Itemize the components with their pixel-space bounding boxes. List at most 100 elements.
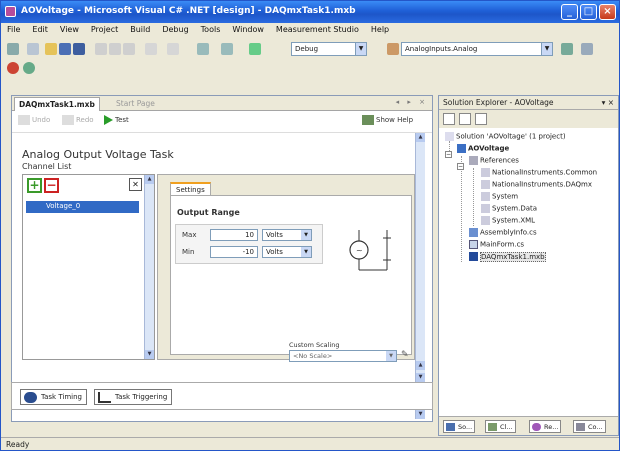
navigate-forward-icon[interactable]	[221, 43, 233, 55]
tab-daqmx-task[interactable]: DAQmxTask1.mxb	[14, 97, 100, 111]
undo-label: Undo	[32, 116, 51, 124]
tab-scroll-controls[interactable]: ◂ ▸ ×	[396, 98, 428, 106]
tab-settings[interactable]: Settings	[170, 182, 211, 196]
chevron-down-icon[interactable]: ▼	[355, 43, 366, 55]
find-combo[interactable]: AnalogInputs.Analog ▼	[401, 42, 553, 56]
menu-help[interactable]: Help	[365, 23, 395, 34]
clock-icon	[24, 392, 37, 403]
chevron-down-icon[interactable]: ▼	[301, 230, 311, 240]
scroll-down-icon[interactable]: ▼	[416, 373, 425, 382]
channel-item[interactable]: Voltage_0	[26, 201, 139, 213]
max-field[interactable]: 10	[210, 229, 258, 241]
trigger-icon	[98, 392, 111, 403]
menu-tools[interactable]: Tools	[195, 23, 227, 34]
collapse-icon[interactable]: −	[445, 151, 452, 158]
main-window: AOVoltage - Microsoft Visual C# .NET [de…	[0, 0, 620, 451]
minimize-button[interactable]: _	[561, 4, 578, 20]
class-view-icon	[488, 423, 497, 431]
ni-globe-icon[interactable]	[23, 62, 35, 74]
paste-icon[interactable]	[123, 43, 135, 55]
new-project-icon[interactable]	[7, 43, 19, 55]
tree-item-reference[interactable]: System.Data	[481, 204, 537, 213]
menu-build[interactable]: Build	[124, 23, 156, 34]
tab-class-view[interactable]: Cl...	[485, 420, 516, 433]
tree-item-label: System.Data	[492, 204, 538, 213]
refresh-icon[interactable]	[475, 113, 487, 125]
min-units-select[interactable]: Volts ▼	[262, 246, 312, 258]
edit-scale-icon[interactable]: ✎	[401, 350, 409, 360]
menu-debug[interactable]: Debug	[156, 23, 194, 34]
status-bar: Ready	[1, 437, 619, 450]
save-all-icon[interactable]	[73, 43, 85, 55]
save-icon[interactable]	[59, 43, 71, 55]
show-help-button[interactable]: Show Help	[362, 115, 413, 125]
title-bar[interactable]: AOVoltage - Microsoft Visual C# .NET [de…	[1, 1, 619, 23]
copy-icon[interactable]	[109, 43, 121, 55]
maximize-button[interactable]: □	[580, 4, 597, 20]
cut-icon[interactable]	[95, 43, 107, 55]
tab-solution[interactable]: So...	[443, 420, 476, 433]
menu-project[interactable]: Project	[85, 23, 124, 34]
max-units-select[interactable]: Volts ▼	[262, 229, 312, 241]
reference-icon	[481, 216, 490, 225]
undo-icon[interactable]	[145, 43, 157, 55]
undo-button[interactable]: Undo	[18, 115, 50, 125]
tab-task-timing[interactable]: Task Timing	[20, 389, 87, 405]
tab-contents[interactable]: Co...	[573, 420, 606, 433]
show-all-files-icon[interactable]	[459, 113, 471, 125]
scroll-up-icon[interactable]: ▲	[416, 361, 425, 370]
tree-item-file[interactable]: DAQmxTask1.mxb	[469, 251, 546, 262]
tree-item-reference[interactable]: System.XML	[481, 216, 535, 225]
tab-task-triggering[interactable]: Task Triggering	[94, 389, 173, 405]
tree-item-file[interactable]: AssemblyInfo.cs	[469, 228, 537, 237]
redo-icon[interactable]	[167, 43, 179, 55]
test-button[interactable]: Test	[104, 115, 129, 125]
scroll-down-icon[interactable]: ▼	[416, 410, 425, 419]
add-item-icon[interactable]	[27, 43, 39, 55]
scroll-up-icon[interactable]: ▲	[145, 175, 154, 184]
find-icon[interactable]	[387, 43, 399, 55]
close-icon[interactable]: ✕	[129, 178, 142, 191]
chevron-down-icon[interactable]: ▼	[386, 351, 396, 361]
start-icon[interactable]	[249, 43, 261, 55]
tree-item-reference[interactable]: NationalInstruments.DAQmx	[481, 180, 592, 189]
chevron-down-icon[interactable]: ▼	[301, 247, 311, 257]
tree-item-references[interactable]: References	[469, 156, 519, 165]
tab-resource-view[interactable]: Re...	[529, 420, 562, 433]
menu-edit[interactable]: Edit	[26, 23, 54, 34]
menu-measurement-studio[interactable]: Measurement Studio	[270, 23, 365, 34]
collapse-icon[interactable]: −	[457, 163, 464, 170]
reference-icon	[481, 192, 490, 201]
scroll-up-icon[interactable]: ▲	[416, 133, 425, 142]
ni-daq-icon[interactable]	[7, 62, 19, 74]
navigate-back-icon[interactable]	[197, 43, 209, 55]
properties-icon[interactable]	[581, 43, 593, 55]
solution-explorer-icon[interactable]	[561, 43, 573, 55]
min-field[interactable]: -10	[210, 246, 258, 258]
menu-view[interactable]: View	[54, 23, 85, 34]
tree-item-label: NationalInstruments.DAQmx	[492, 180, 592, 189]
open-icon[interactable]	[45, 43, 57, 55]
solution-explorer-controls[interactable]: ▾ ×	[602, 98, 614, 107]
channel-list: + − ✕ Voltage_0 ▲ ▼	[22, 174, 155, 360]
remove-channel-button[interactable]: −	[44, 178, 59, 193]
menu-window[interactable]: Window	[226, 23, 270, 34]
channel-list-scrollbar[interactable]: ▲ ▼	[144, 175, 154, 359]
chevron-down-icon[interactable]: ▼	[541, 43, 552, 55]
custom-scaling-select[interactable]: <No Scale> ▼	[289, 350, 397, 362]
properties-icon[interactable]	[443, 113, 455, 125]
close-button[interactable]: ×	[599, 4, 616, 20]
solution-explorer-tab-strip: So... Cl... Re... Co...	[439, 416, 618, 435]
tree-item-reference[interactable]: System	[481, 192, 518, 201]
scroll-down-icon[interactable]: ▼	[145, 350, 154, 359]
tree-item-file[interactable]: MainForm.cs	[469, 240, 524, 249]
add-channel-button[interactable]: +	[27, 178, 42, 193]
task-panel-scrollbar[interactable]: ▲ ▲ ▼ ▼	[415, 133, 425, 419]
redo-button[interactable]: Redo	[62, 115, 94, 125]
tree-item-project[interactable]: AOVoltage	[457, 144, 509, 153]
tree-item-solution[interactable]: Solution 'AOVoltage' (1 project)	[445, 132, 566, 141]
tree-item-reference[interactable]: NationalInstruments.Common	[481, 168, 597, 177]
menu-file[interactable]: File	[1, 23, 26, 34]
tab-start-page[interactable]: Start Page	[112, 97, 159, 111]
solution-config-combo[interactable]: Debug ▼	[291, 42, 367, 56]
